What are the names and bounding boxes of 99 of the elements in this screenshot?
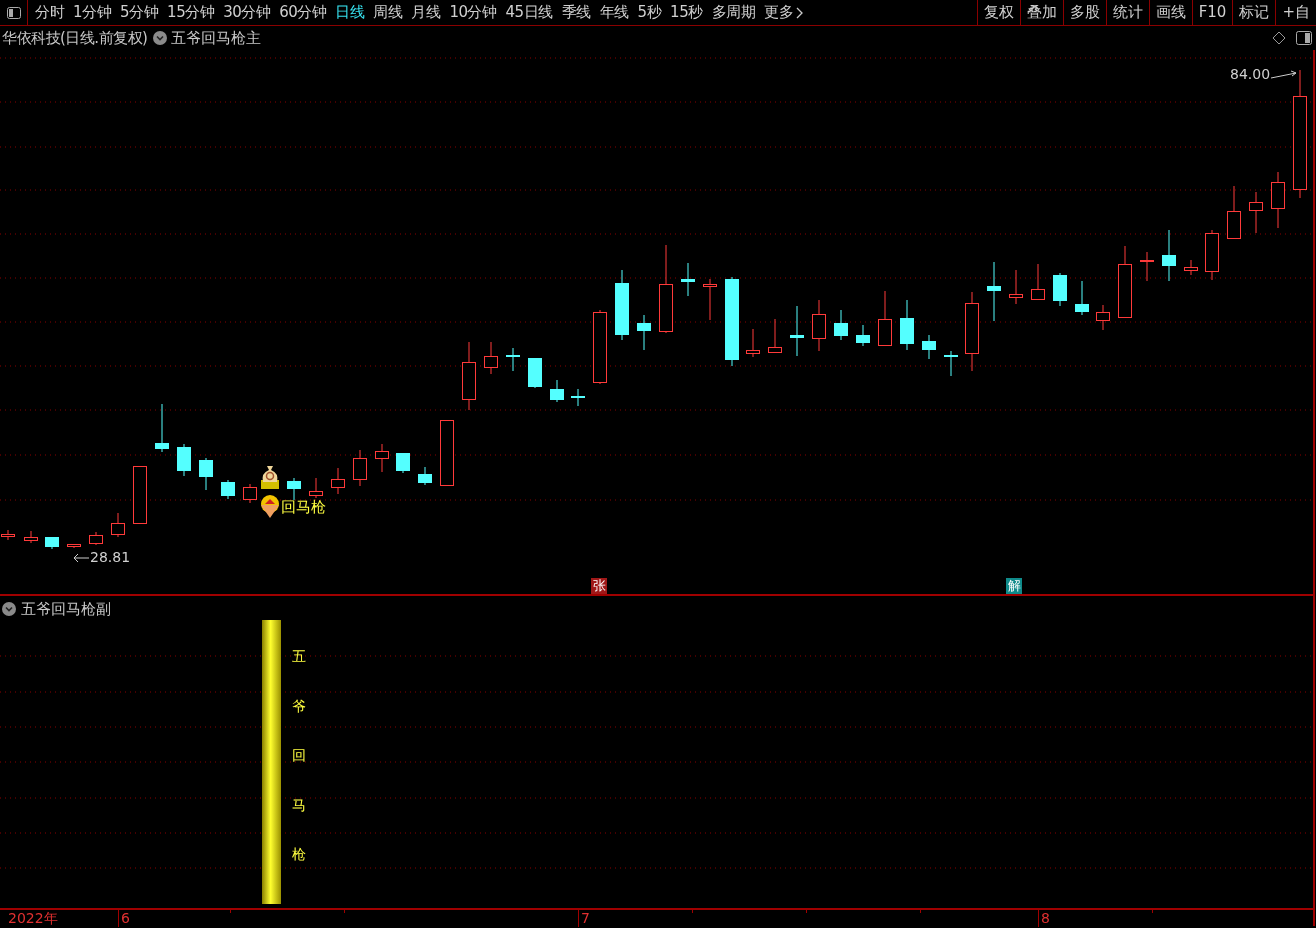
- candlestick: [484, 341, 498, 375]
- money-bag-icon: [260, 464, 280, 490]
- period-tab[interactable]: 1分钟: [69, 1, 116, 24]
- chevron-right-icon: [796, 6, 805, 19]
- period-tab[interactable]: 15秒: [666, 1, 707, 24]
- candlestick: [1249, 191, 1263, 234]
- date-axis-label: 6: [118, 910, 130, 927]
- candlestick: [571, 388, 585, 407]
- candlestick: [45, 536, 59, 550]
- candlestick: [1271, 171, 1285, 229]
- indicator-bar-text: 五爷回马枪: [292, 647, 306, 864]
- candlestick: [834, 309, 848, 341]
- candlestick: [1184, 259, 1198, 276]
- candlestick: [528, 357, 542, 389]
- toolbar-button[interactable]: +自: [1275, 0, 1316, 25]
- candlestick: [331, 467, 345, 495]
- candlestick: [396, 452, 410, 474]
- diamond-icon[interactable]: [1272, 31, 1286, 45]
- candlestick: [944, 350, 958, 377]
- candlestick: [790, 305, 804, 357]
- candlestick: [1162, 229, 1176, 282]
- date-axis-label: 2022年: [8, 910, 58, 927]
- candlestick: [24, 530, 38, 544]
- candlestick: [615, 269, 629, 341]
- candlestick: [681, 262, 695, 297]
- period-tab[interactable]: 月线: [407, 1, 445, 24]
- toolbar-button[interactable]: 多股: [1062, 0, 1106, 25]
- low-price-label: 28.81: [90, 548, 131, 567]
- candlestick: [1227, 185, 1241, 239]
- candlestick: [418, 466, 432, 486]
- candlestick: [900, 299, 914, 351]
- signal-label: 回马枪: [281, 496, 326, 518]
- toolbar-button[interactable]: 标记: [1232, 0, 1276, 25]
- signal-icon: [259, 495, 281, 519]
- candlestick: [221, 479, 235, 500]
- arrow-icon: [1270, 69, 1299, 80]
- candlestick: [353, 449, 367, 487]
- period-tab[interactable]: 60分钟: [275, 1, 331, 24]
- candlestick: [1205, 229, 1219, 281]
- candlestick: [550, 379, 564, 403]
- period-tab[interactable]: 年线: [595, 1, 633, 24]
- candlestick: [243, 483, 257, 504]
- period-tab[interactable]: 30分钟: [219, 1, 275, 24]
- toolbar-button[interactable]: F10: [1191, 0, 1233, 25]
- candlestick: [462, 341, 476, 411]
- candlestick: [637, 314, 651, 351]
- toolbar-button[interactable]: 复权: [976, 0, 1020, 25]
- panel-icon[interactable]: [1296, 31, 1312, 45]
- high-price-label: 84.00: [1230, 65, 1271, 84]
- candlestick: [133, 465, 147, 524]
- candlestick: [878, 290, 892, 346]
- candlestick: [155, 403, 169, 453]
- candlestick: [177, 443, 191, 477]
- candlestick: [1009, 269, 1023, 305]
- candlestick: [375, 443, 389, 473]
- period-tab[interactable]: 15分钟: [163, 1, 219, 24]
- toolbar-button[interactable]: 画线: [1148, 0, 1192, 25]
- indicator-name: 五爷回马枪主: [171, 27, 262, 49]
- candlestick: [746, 328, 760, 358]
- candlestick: [703, 278, 717, 321]
- candlestick: [1075, 280, 1089, 316]
- candlestick: [812, 299, 826, 352]
- candlestick: [768, 318, 782, 353]
- period-tab[interactable]: 分时: [31, 1, 68, 24]
- more-button[interactable]: 更多: [760, 1, 809, 24]
- candlestick: [199, 457, 213, 491]
- candlestick: [922, 334, 936, 360]
- candlestick: [856, 324, 870, 347]
- period-tab[interactable]: 10分钟: [445, 1, 501, 24]
- date-axis-label: 8: [1038, 910, 1050, 927]
- indicator-name: 五爷回马枪副: [21, 599, 111, 620]
- period-tab[interactable]: 5秒: [633, 1, 666, 24]
- period-tab[interactable]: 季线: [557, 1, 595, 24]
- candlestick: [111, 512, 125, 538]
- date-axis-label: 7: [578, 910, 590, 927]
- candlestick: [1140, 251, 1154, 282]
- period-tab[interactable]: 5分钟: [116, 1, 163, 24]
- event-badge[interactable]: 张: [591, 578, 607, 594]
- chevron-down-icon[interactable]: [2, 602, 16, 617]
- candlestick: [67, 543, 81, 549]
- candlestick: [987, 261, 1001, 322]
- candlestick: [89, 531, 103, 546]
- period-tab[interactable]: 日线: [331, 1, 369, 24]
- period-tab[interactable]: 45日线: [501, 1, 557, 24]
- toolbar-button[interactable]: 统计: [1105, 0, 1149, 25]
- toolbar-button[interactable]: 叠加: [1019, 0, 1063, 25]
- candlestick: [506, 347, 520, 372]
- candlestick: [287, 477, 301, 501]
- chart-title: 华依科技(日线.前复权): [1, 27, 148, 49]
- chevron-down-icon[interactable]: [153, 31, 168, 45]
- candlestick: [1096, 304, 1110, 331]
- period-tab[interactable]: 多周期: [707, 1, 760, 24]
- candlestick: [309, 477, 323, 499]
- arrow-icon: [72, 552, 90, 563]
- candlestick: [1031, 263, 1045, 301]
- event-badge[interactable]: 解: [1006, 578, 1022, 594]
- candlestick: [440, 419, 454, 486]
- candlestick: [1053, 272, 1067, 307]
- period-tab[interactable]: 周线: [369, 1, 407, 24]
